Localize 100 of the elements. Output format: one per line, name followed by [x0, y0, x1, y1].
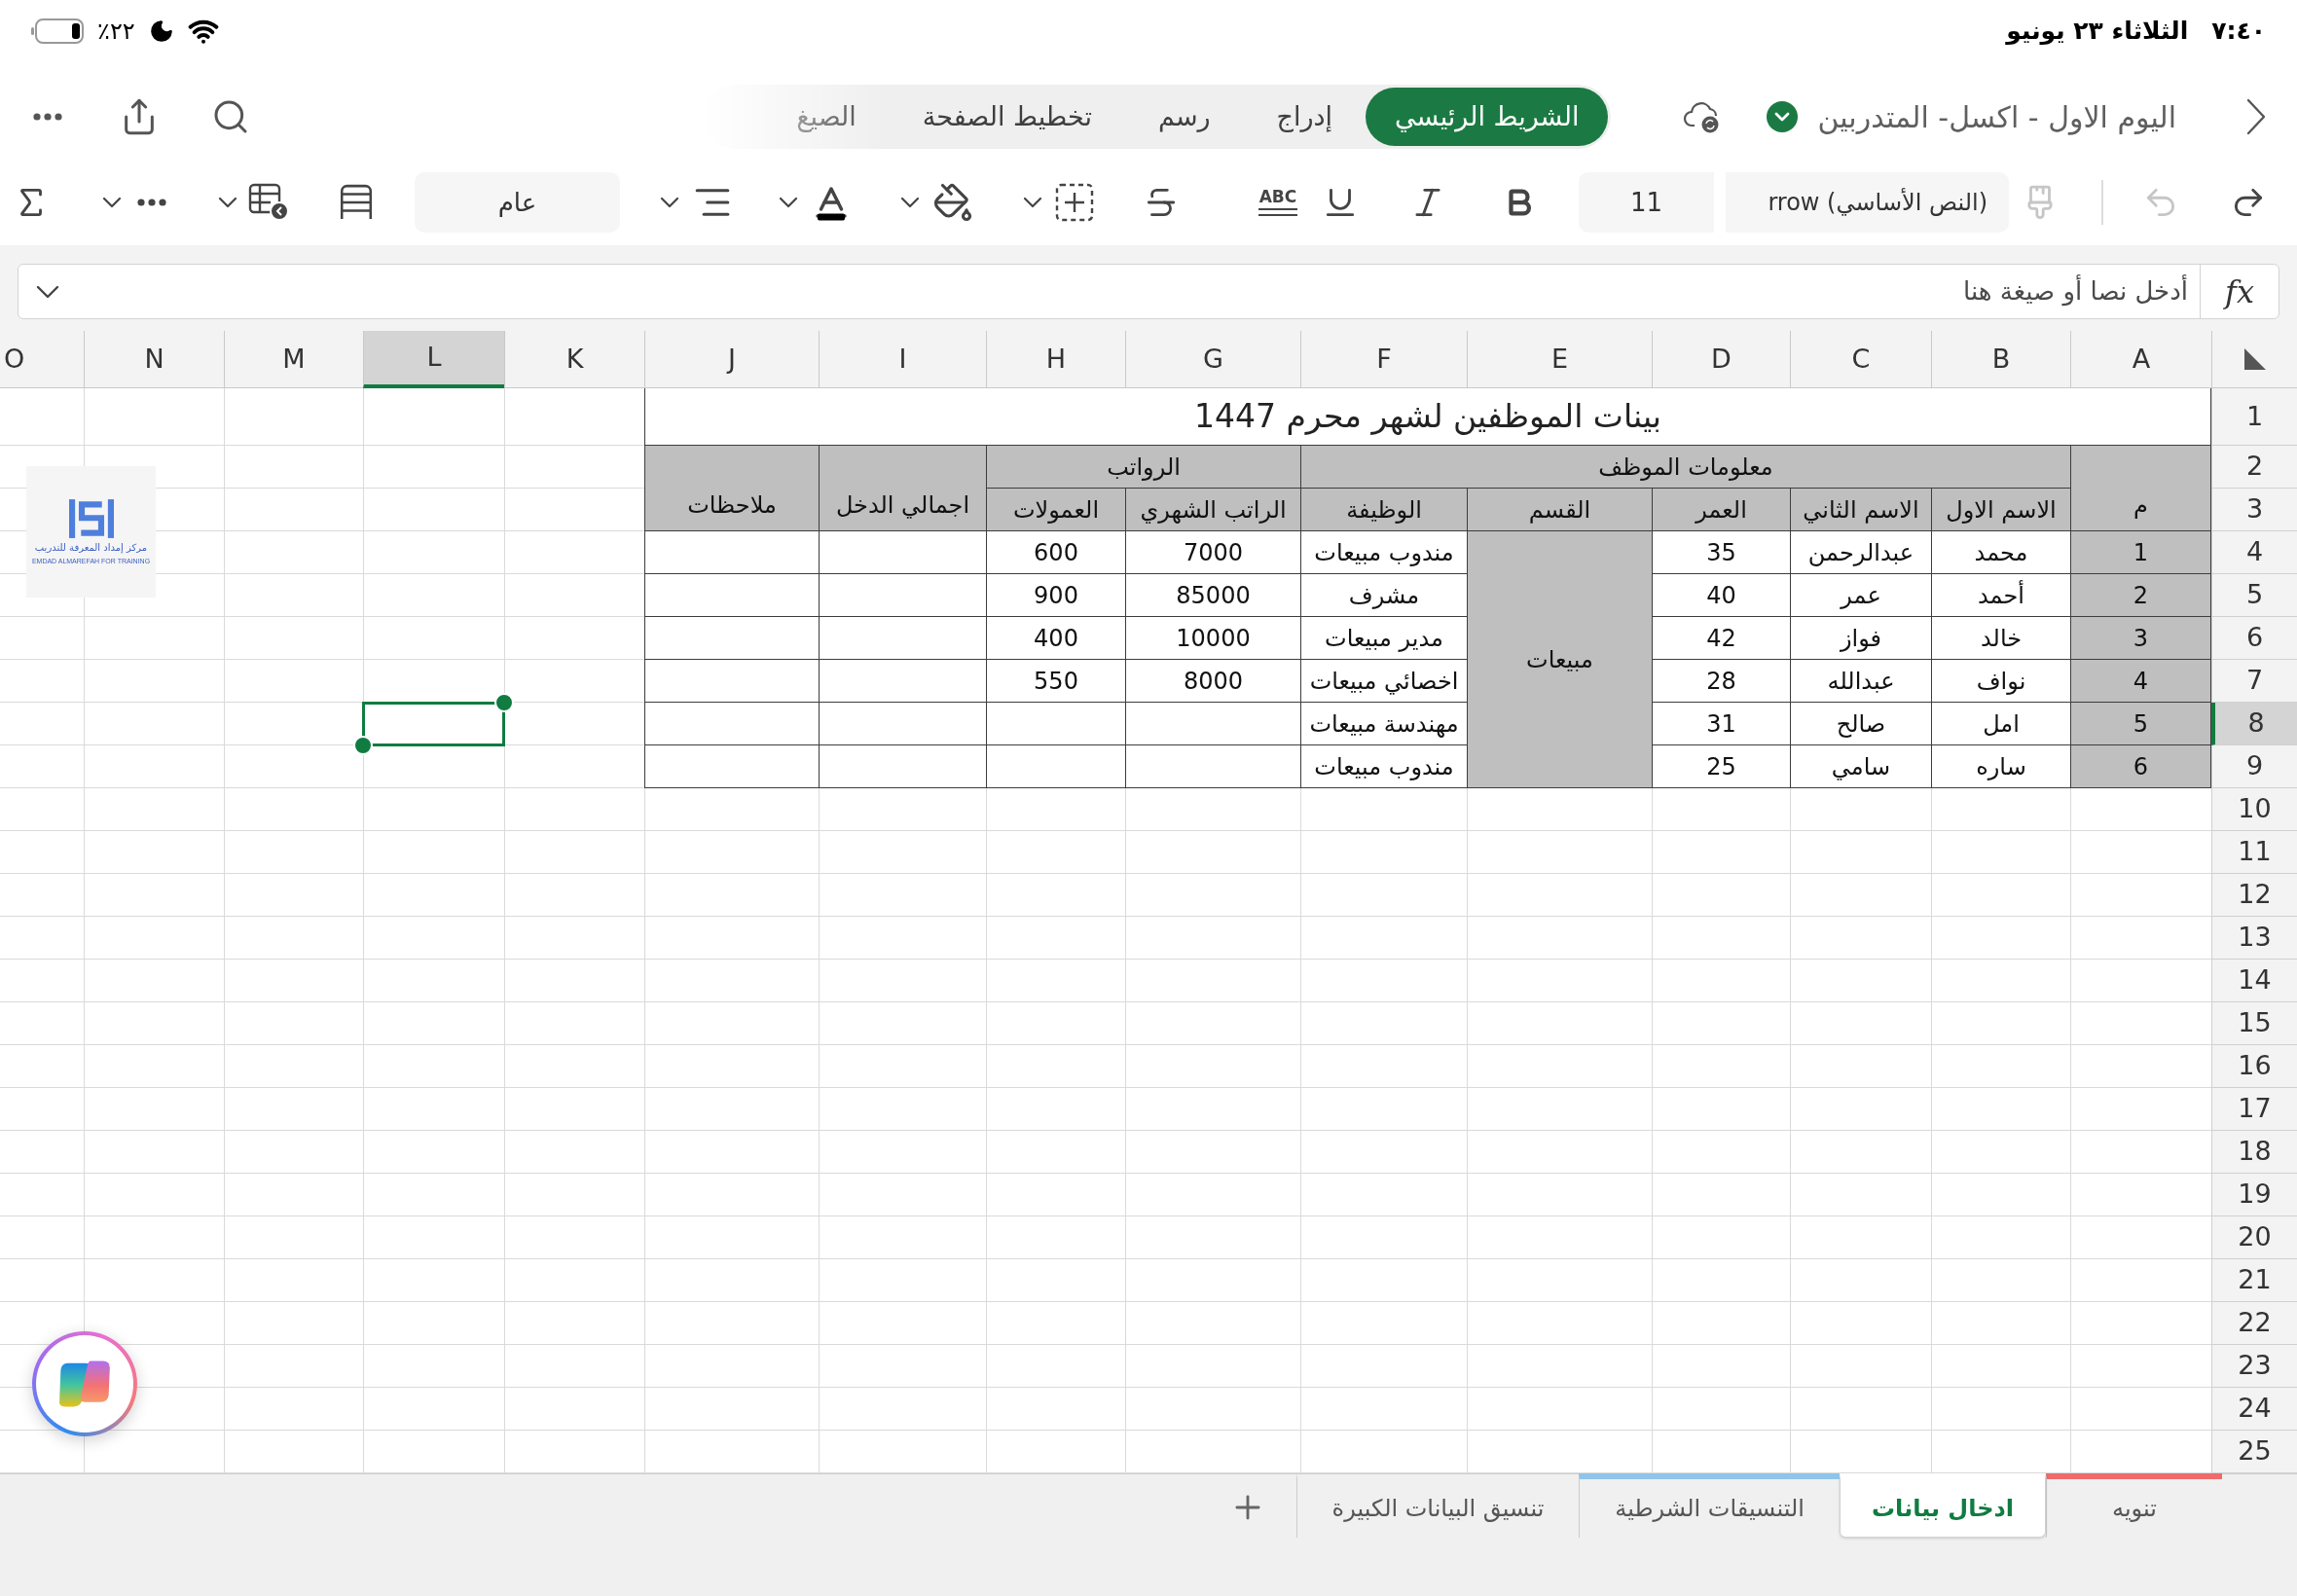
table-cell: 85000	[1125, 574, 1300, 617]
row-header[interactable]: 20	[2211, 1216, 2297, 1259]
fx-button[interactable]: fx	[2200, 265, 2279, 318]
copilot-icon	[58, 1360, 111, 1408]
ribbon-tab[interactable]: الصيغ	[763, 88, 890, 146]
column-heading: الاسم الثاني	[1790, 489, 1931, 531]
caret-icon	[660, 197, 679, 208]
table-cell: 10000	[1125, 617, 1300, 660]
column-heading: القسم	[1467, 489, 1652, 531]
ribbon-tab[interactable]: تخطيط الصفحة	[889, 88, 1125, 146]
font-name-dropdown[interactable]: rrow (النص الأساسي)	[1726, 172, 2009, 233]
battery-percentage: ٢٢٪	[97, 17, 135, 47]
row-header[interactable]: 12	[2211, 874, 2297, 917]
ribbon-tab[interactable]: رسم	[1124, 88, 1244, 146]
table-cell: محمد	[1931, 531, 2070, 574]
row-header[interactable]: 23	[2211, 1345, 2297, 1388]
row-header[interactable]: 1	[2211, 388, 2297, 446]
column-heading: م	[2070, 446, 2211, 531]
table-cell: عبدالرحمن	[1790, 531, 1931, 574]
column-heading: الوظيفة	[1300, 489, 1467, 531]
table-cell: 28	[1652, 660, 1790, 703]
double-underline-button[interactable]: ABC	[1247, 173, 1309, 232]
column-header[interactable]: B	[1931, 331, 2070, 388]
table-cell: نواف	[1931, 660, 2070, 703]
ribbon-tab[interactable]: إدراج	[1243, 88, 1367, 146]
row-header[interactable]: 17	[2211, 1088, 2297, 1131]
column-header[interactable]: D	[1652, 331, 1790, 388]
sheet-tab[interactable]: تنسيق البيانات الكبيرة	[1295, 1473, 1580, 1538]
chevron-circle-icon[interactable]	[1767, 101, 1799, 132]
row-header[interactable]: 9	[2211, 745, 2297, 788]
row-header[interactable]: 18	[2211, 1131, 2297, 1174]
column-header[interactable]: F	[1300, 331, 1467, 388]
table-cell: عمر	[1790, 574, 1931, 617]
table-cell: 35	[1652, 531, 1790, 574]
row-header[interactable]: 14	[2211, 960, 2297, 1002]
row-header[interactable]: 16	[2211, 1045, 2297, 1088]
select-all-button[interactable]	[2211, 331, 2297, 388]
row-header[interactable]: 10	[2211, 788, 2297, 831]
table-cell: 6	[2070, 745, 2211, 788]
column-header[interactable]: L	[363, 331, 504, 388]
column-header[interactable]: N	[84, 331, 224, 388]
moon-icon	[148, 18, 174, 44]
sheet-tab[interactable]: ادخال بيانات	[1840, 1473, 2046, 1538]
column-header[interactable]: A	[2070, 331, 2211, 388]
table-cell: مشرف	[1300, 574, 1467, 617]
formula-input[interactable]: أدخل نصا أو صيغة هنا	[77, 265, 2200, 318]
selection-handle-icon[interactable]	[494, 693, 514, 712]
row-header[interactable]: 5	[2211, 574, 2297, 617]
caret-icon	[218, 197, 237, 208]
row-header[interactable]: 7	[2211, 660, 2297, 703]
caret-icon	[900, 197, 920, 208]
logo-mark-icon	[68, 499, 114, 538]
column-heading: ملاحظات	[644, 446, 819, 531]
column-header[interactable]: C	[1790, 331, 1931, 388]
column-header[interactable]: G	[1125, 331, 1300, 388]
double-underline-icon	[1258, 208, 1297, 216]
table-cell: 600	[986, 531, 1125, 574]
row-header[interactable]: 24	[2211, 1388, 2297, 1431]
table-cell: ساره	[1931, 745, 2070, 788]
caret-icon	[1023, 197, 1042, 208]
status-time: ٧:٤٠	[2211, 16, 2266, 48]
column-header[interactable]: J	[644, 331, 819, 388]
table-cell: 4	[2070, 660, 2211, 703]
column-header[interactable]: E	[1467, 331, 1652, 388]
selection-handle-icon[interactable]	[353, 736, 373, 755]
table-cell: مندوب مبيعات	[1300, 745, 1467, 788]
row-header[interactable]: 25	[2211, 1431, 2297, 1473]
table-cell: 3	[2070, 617, 2211, 660]
column-header[interactable]: O	[0, 331, 84, 388]
column-header[interactable]: M	[224, 331, 363, 388]
column-heading: العمر	[1652, 489, 1790, 531]
row-header[interactable]: 4	[2211, 531, 2297, 574]
row-header[interactable]: 8	[2211, 703, 2297, 745]
row-header[interactable]: 15	[2211, 1002, 2297, 1045]
sheet-tab[interactable]: التنسيقات الشرطية	[1579, 1473, 1840, 1538]
column-heading: العمولات	[986, 489, 1125, 531]
table-cell: امل	[1931, 703, 2070, 745]
table-cell: صالح	[1790, 703, 1931, 745]
row-header[interactable]: 13	[2211, 917, 2297, 960]
column-header[interactable]: K	[504, 331, 644, 388]
row-header[interactable]: 21	[2211, 1259, 2297, 1302]
select-all-icon	[2243, 348, 2266, 370]
copilot-button[interactable]	[32, 1331, 137, 1436]
table-cell: اخصائي مبيعات	[1300, 660, 1467, 703]
column-header[interactable]: H	[986, 331, 1125, 388]
column-header[interactable]: I	[819, 331, 986, 388]
row-header[interactable]: 11	[2211, 831, 2297, 874]
ribbon-tab[interactable]: الشريط الرئيسي	[1366, 88, 1609, 146]
row-header[interactable]: 3	[2211, 489, 2297, 531]
table-cell: 5	[2070, 703, 2211, 745]
row-header[interactable]: 19	[2211, 1174, 2297, 1216]
number-format-dropdown[interactable]: عام	[415, 172, 620, 233]
row-header[interactable]: 6	[2211, 617, 2297, 660]
row-header[interactable]: 2	[2211, 446, 2297, 489]
table-cell: 31	[1652, 703, 1790, 745]
column-group-heading: الرواتب	[986, 446, 1300, 489]
more-icon	[33, 113, 62, 121]
row-header[interactable]: 22	[2211, 1302, 2297, 1345]
font-size-dropdown[interactable]: 11	[1579, 172, 1714, 233]
table-icon	[340, 184, 373, 221]
